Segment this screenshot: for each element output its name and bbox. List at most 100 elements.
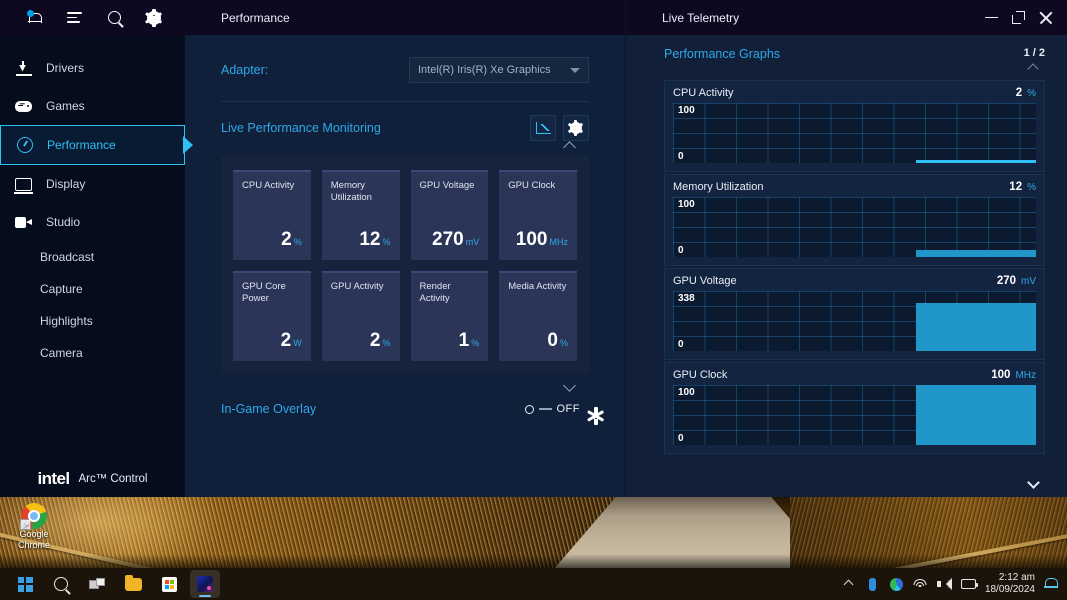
battery-icon[interactable] bbox=[960, 577, 978, 592]
metric-card-unit: mV bbox=[465, 237, 480, 247]
minimize-icon[interactable] bbox=[985, 16, 998, 19]
axis-max-label: 100 bbox=[678, 387, 695, 398]
telemetry-subheader: Performance Graphs 1 / 2 bbox=[626, 35, 1067, 75]
axis-min-label: 0 bbox=[678, 151, 684, 162]
chrome-icon: ↗ bbox=[20, 503, 47, 530]
sidebar-item-broadcast[interactable]: Broadcast bbox=[0, 241, 185, 273]
taskbar: 2:12 am 18/09/2024 bbox=[0, 568, 1067, 600]
clock-time: 2:12 am bbox=[998, 572, 1035, 583]
search-button[interactable] bbox=[94, 0, 134, 35]
close-icon[interactable] bbox=[1039, 11, 1053, 25]
pen-icon[interactable] bbox=[865, 577, 880, 592]
metric-card-gpu-voltage[interactable]: GPU Voltage 270 mV bbox=[410, 170, 489, 260]
sidebar-item-camera[interactable]: Camera bbox=[0, 337, 185, 369]
window-controls bbox=[985, 11, 1053, 25]
in-game-overlay-toggle[interactable]: OFF bbox=[524, 403, 581, 415]
task-view-button[interactable] bbox=[82, 570, 112, 598]
arc-control-taskbar-button[interactable] bbox=[190, 570, 220, 598]
metric-card-name: Memory Utilization bbox=[330, 180, 372, 203]
taskbar-search-button[interactable] bbox=[46, 570, 76, 598]
card-row: CPU Activity 2% Memory Utilization 12% G… bbox=[233, 170, 577, 260]
graph-memory-utilization[interactable]: Memory Utilization 12% 100 0 bbox=[664, 174, 1045, 266]
sidebar-item-label: Studio bbox=[46, 215, 81, 229]
graph-view-button[interactable] bbox=[530, 115, 556, 141]
metric-card-name: Render Activity bbox=[419, 281, 451, 304]
monitoring-settings-button[interactable] bbox=[563, 115, 589, 141]
performance-graphs: CPU Activity 2% 100 0 Memory Utilization… bbox=[626, 72, 1067, 454]
live-monitoring-row: Live Performance Monitoring bbox=[221, 108, 589, 148]
graph-cpu-activity[interactable]: CPU Activity 2% 100 0 bbox=[664, 80, 1045, 172]
adapter-selected-value: Intel(R) Iris(R) Xe Graphics bbox=[418, 64, 551, 76]
sidebar-item-performance[interactable]: Performance bbox=[0, 125, 193, 165]
teams-icon[interactable] bbox=[889, 577, 904, 592]
live-monitoring-actions bbox=[530, 115, 589, 141]
metric-card-render-activity[interactable]: Render Activity 1% bbox=[410, 271, 489, 361]
metric-card-cpu-activity[interactable]: CPU Activity 2% bbox=[233, 170, 311, 260]
axis-max-label: 100 bbox=[678, 105, 695, 116]
metric-card-gpu-core-power[interactable]: GPU Core Power 2W bbox=[233, 271, 311, 361]
graph-plot: 100 0 bbox=[673, 197, 1036, 257]
taskbar-apps bbox=[0, 570, 220, 598]
volume-icon[interactable] bbox=[937, 577, 953, 592]
microsoft-store-button[interactable] bbox=[154, 570, 184, 598]
sidebar-subitem-label: Broadcast bbox=[40, 250, 95, 264]
sidebar-item-studio[interactable]: Studio bbox=[0, 203, 185, 241]
graph-value: 12% bbox=[1009, 181, 1036, 193]
metric-card-media-activity[interactable]: Media Activity 0% bbox=[499, 271, 577, 361]
sidebar-item-capture[interactable]: Capture bbox=[0, 273, 185, 305]
metric-card-gpu-activity[interactable]: GPU Activity 2% bbox=[321, 271, 400, 361]
graph-series bbox=[916, 385, 1036, 445]
main-panel: Performance Adapter: Intel(R) Iris(R) Xe… bbox=[185, 0, 625, 497]
desktop-shortcut-chrome[interactable]: ↗ Google Chrome bbox=[6, 503, 62, 551]
live-telemetry-panel: Live Telemetry Performance Graphs 1 / 2 … bbox=[625, 0, 1067, 497]
metric-card-unit: % bbox=[382, 237, 391, 247]
in-game-overlay-row: In-Game Overlay OFF bbox=[221, 387, 605, 431]
adapter-select[interactable]: Intel(R) Iris(R) Xe Graphics bbox=[409, 57, 589, 83]
wifi-icon[interactable] bbox=[913, 577, 928, 592]
graph-gpu-clock[interactable]: GPU Clock 100 MHz 100 0 bbox=[664, 362, 1045, 454]
metric-card-name: GPU Clock bbox=[508, 180, 556, 191]
maximize-icon[interactable] bbox=[1012, 11, 1025, 24]
scroll-down-button[interactable] bbox=[563, 379, 579, 392]
page-down-button[interactable] bbox=[1027, 476, 1043, 489]
metric-card-value: 12% bbox=[359, 229, 391, 250]
task-view-icon bbox=[89, 577, 105, 591]
graph-unit: % bbox=[1027, 88, 1036, 99]
metric-card-gpu-clock[interactable]: GPU Clock 100 MHz bbox=[499, 170, 577, 260]
sidebar-item-label: Performance bbox=[47, 138, 116, 152]
games-icon bbox=[14, 98, 33, 115]
menu-button[interactable] bbox=[54, 0, 94, 35]
graph-plot: 100 0 bbox=[673, 103, 1036, 163]
sidebar-item-drivers[interactable]: Drivers bbox=[0, 49, 185, 87]
sidebar-item-display[interactable]: Display bbox=[0, 165, 185, 203]
graph-gpu-voltage[interactable]: GPU Voltage 270 mV 338 0 bbox=[664, 268, 1045, 360]
clock[interactable]: 2:12 am 18/09/2024 bbox=[985, 572, 1035, 596]
sidebar-subitem-label: Camera bbox=[40, 346, 83, 360]
sidebar-item-games[interactable]: Games bbox=[0, 87, 185, 125]
notification-bell-icon[interactable] bbox=[1044, 577, 1058, 591]
chevron-down-icon bbox=[570, 67, 580, 73]
telemetry-pager: 1 / 2 bbox=[1024, 47, 1045, 75]
notification-bell-button[interactable] bbox=[14, 0, 54, 35]
file-explorer-button[interactable] bbox=[118, 570, 148, 598]
toggle-state-label: OFF bbox=[556, 403, 580, 415]
graph-title: CPU Activity bbox=[673, 87, 734, 99]
metric-card-memory-utilization[interactable]: Memory Utilization 12% bbox=[321, 170, 400, 260]
metric-card-unit: MHz bbox=[549, 237, 569, 247]
settings-gear-icon bbox=[145, 8, 163, 27]
show-hidden-icons-icon[interactable] bbox=[841, 577, 856, 592]
settings-button[interactable] bbox=[134, 0, 174, 35]
graph-value: 270 mV bbox=[996, 275, 1036, 287]
axis-min-label: 0 bbox=[678, 245, 684, 256]
main-content: Adapter: Intel(R) Iris(R) Xe Graphics Li… bbox=[185, 35, 625, 497]
in-game-overlay-controls: OFF bbox=[524, 403, 605, 425]
system-tray: 2:12 am 18/09/2024 bbox=[841, 572, 1067, 596]
arc-control-window: Drivers Games Performance Display Studio bbox=[0, 0, 1067, 497]
graph-unit: MHz bbox=[1015, 370, 1036, 381]
sidebar-item-highlights[interactable]: Highlights bbox=[0, 305, 185, 337]
page-up-button[interactable] bbox=[1027, 63, 1041, 75]
start-button[interactable] bbox=[10, 570, 40, 598]
scroll-up-button[interactable] bbox=[563, 141, 579, 154]
drivers-icon bbox=[14, 60, 33, 77]
sidebar-item-label: Drivers bbox=[46, 61, 84, 75]
